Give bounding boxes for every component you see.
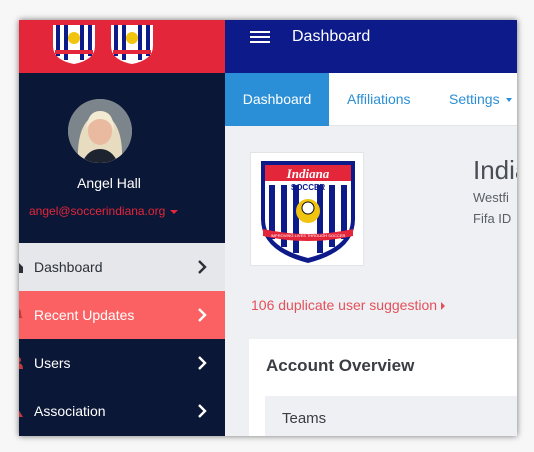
users-icon [19,357,23,369]
svg-text:IMPROVING LIVES THROUGH SOCCER: IMPROVING LIVES THROUGH SOCCER [271,233,346,238]
top-bar: Dashboard [225,20,517,73]
org-location: Westfi [473,190,509,205]
profile-name: Angel Hall [77,175,141,191]
caret-down-icon [170,209,179,214]
sidebar-item-label: Association [34,403,106,419]
sidebar: Angel Hall angel@soccerindiana.org Dashb… [19,20,225,436]
sidebar-item-users[interactable]: Users [19,339,225,387]
home-icon [19,261,23,273]
profile-email-dropdown[interactable]: angel@soccerindiana.org [29,204,189,218]
org-name: India [473,155,517,185]
avatar[interactable] [68,99,132,163]
tab-bar: Dashboard Affiliations Settings [225,73,517,126]
main-content: Indiana SOCCER IMPROVING LIVES THROUGH S… [225,127,517,436]
user-profile: Angel Hall angel@soccerindiana.org [19,73,225,243]
teams-panel[interactable]: Teams [265,396,517,436]
app-window: Angel Hall angel@soccerindiana.org Dashb… [19,20,517,436]
building-icon [19,405,23,417]
svg-text:SOCCER: SOCCER [291,183,325,192]
sidebar-item-dashboard[interactable]: Dashboard [19,243,225,291]
sidebar-item-recent-updates[interactable]: Recent Updates [19,291,225,339]
chevron-right-icon [198,308,207,322]
user-photo-icon [68,99,132,163]
account-overview-card: Account Overview Teams [249,339,517,436]
teams-label: Teams [282,410,327,427]
sidebar-item-label: Recent Updates [34,307,135,323]
sidebar-item-label: Dashboard [34,259,103,275]
tab-settings[interactable]: Settings [449,73,512,126]
tab-settings-label: Settings [449,91,500,107]
hamburger-menu-icon[interactable] [250,31,270,45]
sidebar-logo-bar [19,20,225,73]
tab-affiliations[interactable]: Affiliations [347,73,411,126]
caret-down-icon [505,98,512,103]
chevron-right-icon [198,356,207,370]
page-title: Dashboard [292,28,371,45]
profile-email: angel@soccerindiana.org [29,204,166,218]
crest-logo-icon [111,20,153,64]
screenshot-frame: Angel Hall angel@soccerindiana.org Dashb… [0,0,534,452]
tab-dashboard[interactable]: Dashboard [225,73,329,126]
sidebar-item-label: Users [34,355,71,371]
org-logo: Indiana SOCCER IMPROVING LIVES THROUGH S… [250,152,364,266]
chevron-right-icon [198,260,207,274]
indiana-soccer-crest-icon: Indiana SOCCER IMPROVING LIVES THROUGH S… [261,161,355,263]
bell-icon [19,309,23,321]
chevron-right-icon [198,404,207,418]
duplicate-users-link[interactable]: 106 duplicate user suggestion [251,297,446,313]
duplicate-users-text: 106 duplicate user suggestion [251,297,438,313]
crest-logo-icon [53,20,95,64]
caret-right-icon [441,302,446,311]
org-fifa-id: Fifa ID [473,211,512,226]
account-overview-title: Account Overview [266,356,415,375]
sidebar-item-association[interactable]: Association [19,387,225,435]
svg-text:Indiana: Indiana [286,166,330,181]
